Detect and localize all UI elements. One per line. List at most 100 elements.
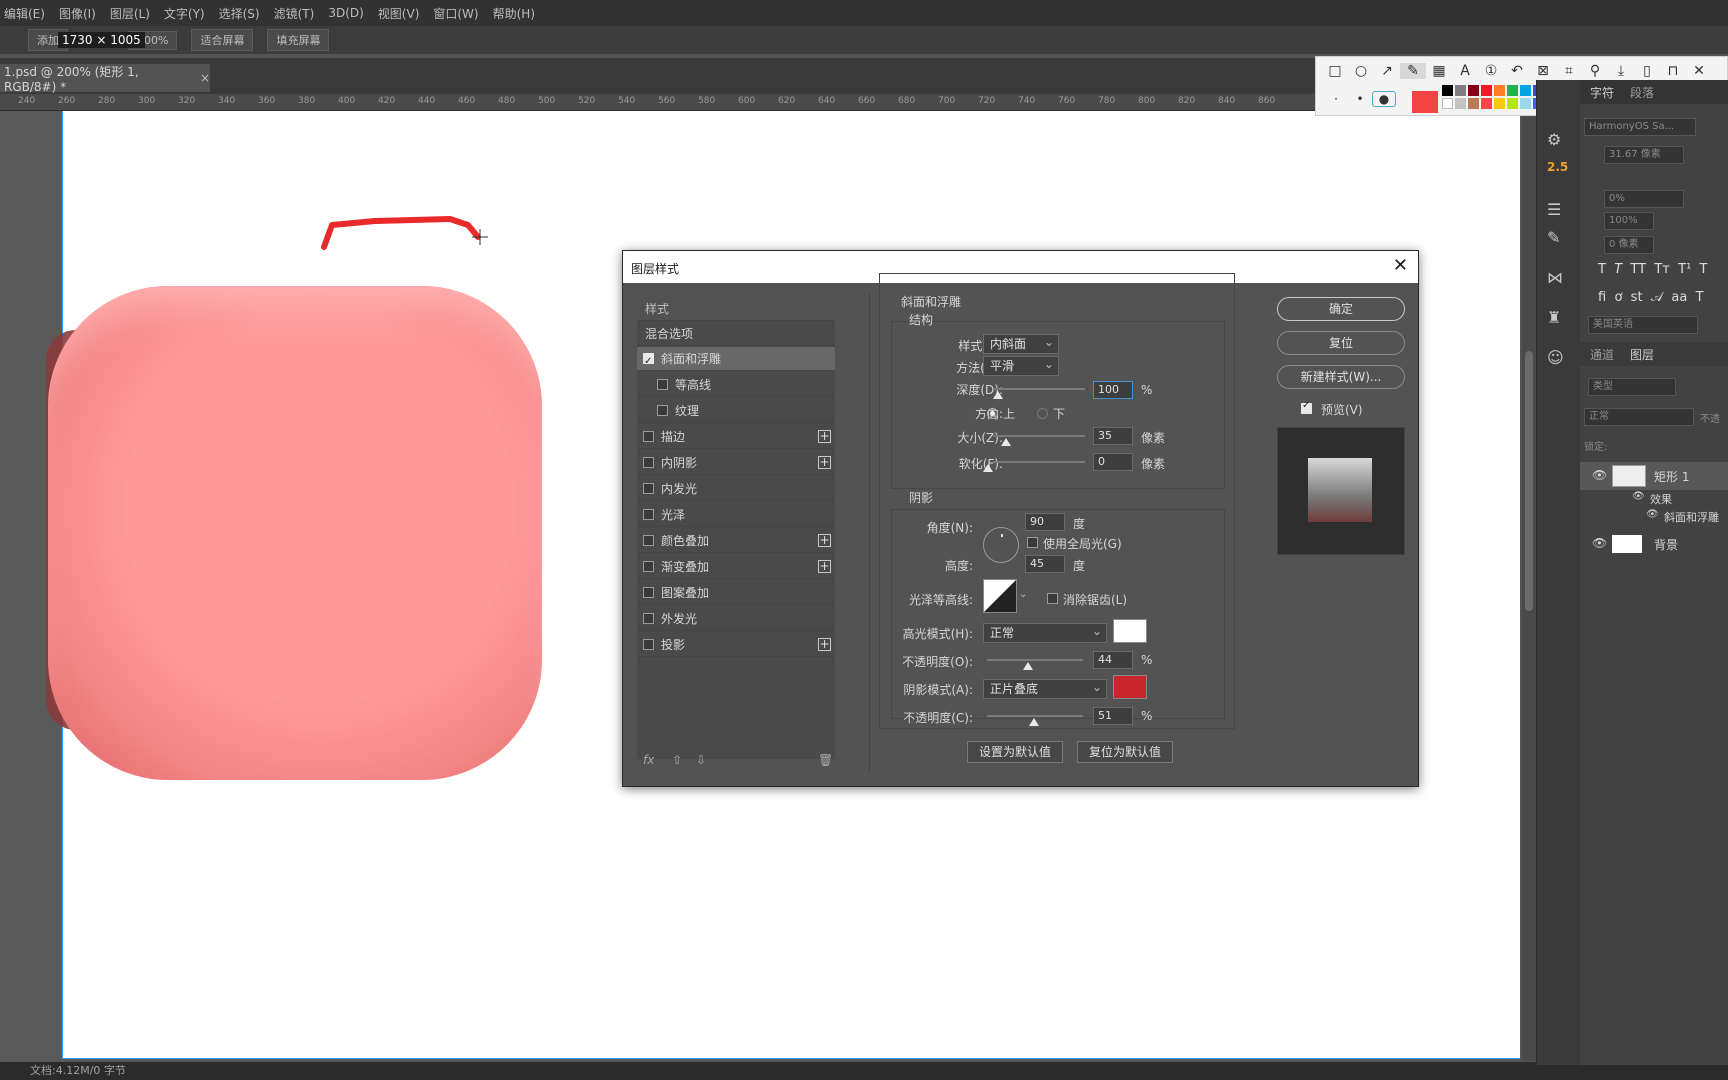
style-checkbox[interactable] — [643, 613, 654, 624]
style-checkbox[interactable] — [657, 405, 668, 416]
palette-swatch[interactable] — [1507, 98, 1518, 109]
soften-slider-knob[interactable] — [983, 464, 993, 472]
highlight-opacity-knob[interactable] — [1023, 662, 1033, 670]
palette-swatch[interactable] — [1494, 98, 1505, 109]
vertical-scrollbar[interactable] — [1522, 111, 1536, 1061]
people-icon[interactable]: ☺ — [1547, 348, 1564, 367]
eye-icon[interactable]: 👁 — [1592, 536, 1607, 550]
tab-layers[interactable]: 图层 — [1630, 346, 1654, 363]
style-item[interactable]: 渐变叠加 + — [637, 555, 835, 579]
option-fill-screen[interactable]: 填充屏幕 — [267, 29, 330, 51]
palette-swatch[interactable] — [1481, 98, 1492, 109]
make-default-button[interactable]: 设置为默认值 — [967, 741, 1063, 763]
menu-view[interactable]: 视图(V) — [378, 5, 420, 22]
style-checkbox[interactable] — [643, 350, 654, 374]
palette-swatch[interactable] — [1442, 85, 1453, 96]
tab-channels[interactable]: 通道 — [1590, 346, 1614, 363]
highlight-opacity-slider[interactable] — [987, 659, 1083, 661]
palette-swatch[interactable] — [1494, 85, 1505, 96]
eye-icon[interactable]: 👁 — [1632, 491, 1645, 502]
vertical-scale-field[interactable]: 100% — [1604, 212, 1654, 230]
style-checkbox[interactable] — [643, 431, 654, 442]
document-tab[interactable]: 1.psd @ 200% (矩形 1, RGB/8#) * × — [0, 64, 210, 94]
mosaic-icon[interactable]: ▦ — [1426, 63, 1452, 79]
style-item[interactable]: 颜色叠加 + — [637, 529, 835, 553]
preview-checkbox[interactable] — [1301, 400, 1312, 414]
palette-swatch[interactable] — [1442, 98, 1453, 109]
highlight-opacity-input[interactable]: 44 — [1093, 651, 1133, 669]
size-small-icon[interactable]: · — [1324, 92, 1348, 106]
trash-icon[interactable]: 🗑 — [818, 753, 833, 767]
close-tab-icon[interactable]: × — [200, 71, 210, 85]
style-item[interactable]: 等高线 — [637, 373, 835, 397]
shadow-mode-dropdown[interactable]: 正片叠底 — [983, 678, 1107, 699]
style-checkbox[interactable] — [643, 509, 654, 520]
palette-swatch[interactable] — [1455, 85, 1466, 96]
style-item[interactable]: 光泽 — [637, 503, 835, 527]
layer-row-background[interactable]: 👁 背景 — [1580, 530, 1728, 558]
style-item[interactable]: 图案叠加 — [637, 581, 835, 605]
phone-icon[interactable]: ▯ — [1634, 63, 1660, 79]
bookmark-icon[interactable]: ⊓ — [1660, 63, 1686, 79]
pencil-icon[interactable]: ✎ — [1400, 63, 1426, 79]
style-item[interactable]: 投影 + — [637, 633, 835, 657]
effect-row[interactable]: 👁 斜面和浮雕 — [1580, 508, 1728, 526]
technique-dropdown[interactable]: 平滑 — [983, 355, 1059, 376]
cancel-icon[interactable]: ⊠ — [1530, 63, 1556, 79]
antialias-checkbox[interactable] — [1047, 593, 1058, 604]
baseline-field[interactable]: 0 像素 — [1604, 236, 1654, 254]
text-icon[interactable]: A — [1452, 63, 1478, 79]
palette-swatch[interactable] — [1520, 98, 1531, 109]
menu-type[interactable]: 文字(Y) — [164, 5, 205, 22]
add-icon[interactable]: + — [818, 456, 831, 469]
add-icon[interactable]: + — [818, 430, 831, 443]
style-item[interactable]: 纹理 — [637, 399, 835, 423]
soften-slider[interactable] — [993, 461, 1085, 463]
size-medium-icon[interactable]: • — [1348, 92, 1372, 106]
shadow-color-swatch[interactable] — [1113, 675, 1147, 699]
eye-icon[interactable]: 👁 — [1646, 509, 1659, 520]
number-icon[interactable]: ① — [1478, 63, 1504, 79]
language-field[interactable]: 美国英语 — [1588, 316, 1698, 334]
style-checkbox[interactable] — [643, 483, 654, 494]
adjust-icon[interactable]: ☰ — [1547, 200, 1561, 219]
menu-edit[interactable]: 编辑(E) — [4, 5, 45, 22]
size-slider[interactable] — [993, 435, 1085, 437]
scroll-thumb[interactable] — [1525, 351, 1533, 611]
style-checkbox[interactable] — [643, 639, 654, 650]
blend-mode-field[interactable]: 正常 — [1584, 408, 1694, 426]
angle-input[interactable]: 90 — [1025, 513, 1065, 531]
brush-icon[interactable]: ✎ — [1547, 228, 1560, 247]
ocr-icon[interactable]: ⌗ — [1556, 63, 1582, 79]
layer-filter-field[interactable]: 类型 — [1588, 378, 1676, 396]
current-color-swatch[interactable] — [1412, 91, 1438, 113]
rounded-rectangle-shape[interactable] — [48, 286, 542, 780]
font-size-field[interactable]: 31.67 像素 — [1604, 146, 1684, 164]
option-fit-screen[interactable]: 适合屏幕 — [191, 29, 254, 51]
style-dropdown[interactable]: 内斜面 — [983, 333, 1059, 354]
altitude-input[interactable]: 45 — [1025, 555, 1065, 573]
menu-help[interactable]: 帮助(H) — [493, 5, 535, 22]
depth-input[interactable]: 100 — [1093, 381, 1133, 399]
palette-swatch[interactable] — [1481, 85, 1492, 96]
path-icon[interactable]: ⋈ — [1547, 268, 1563, 287]
tracking-field[interactable]: 0% — [1604, 190, 1684, 208]
font-family-field[interactable]: HarmonyOS Sa... — [1584, 118, 1696, 136]
panel-icon-1[interactable]: ⚙ — [1547, 130, 1561, 149]
angle-dial[interactable] — [983, 527, 1019, 563]
style-item[interactable]: 外发光 — [637, 607, 835, 631]
fx-icon[interactable]: fx — [643, 753, 654, 767]
size-large-icon[interactable]: ● — [1372, 91, 1396, 107]
undo-icon[interactable]: ↶ — [1504, 63, 1530, 79]
menu-image[interactable]: 图像(I) — [59, 5, 96, 22]
menu-window[interactable]: 窗口(W) — [433, 5, 478, 22]
palette-swatch[interactable] — [1520, 85, 1531, 96]
type-style-buttons[interactable]: T T TT Tт T¹ T — [1598, 262, 1708, 277]
menu-layer[interactable]: 图层(L) — [110, 5, 150, 22]
style-item[interactable]: 斜面和浮雕 — [637, 347, 835, 374]
palette-swatch[interactable] — [1455, 98, 1466, 109]
eye-icon[interactable]: 👁 — [1592, 468, 1607, 482]
highlight-color-swatch[interactable] — [1113, 619, 1147, 643]
global-light-checkbox[interactable] — [1027, 537, 1038, 548]
shadow-opacity-slider[interactable] — [987, 715, 1083, 717]
